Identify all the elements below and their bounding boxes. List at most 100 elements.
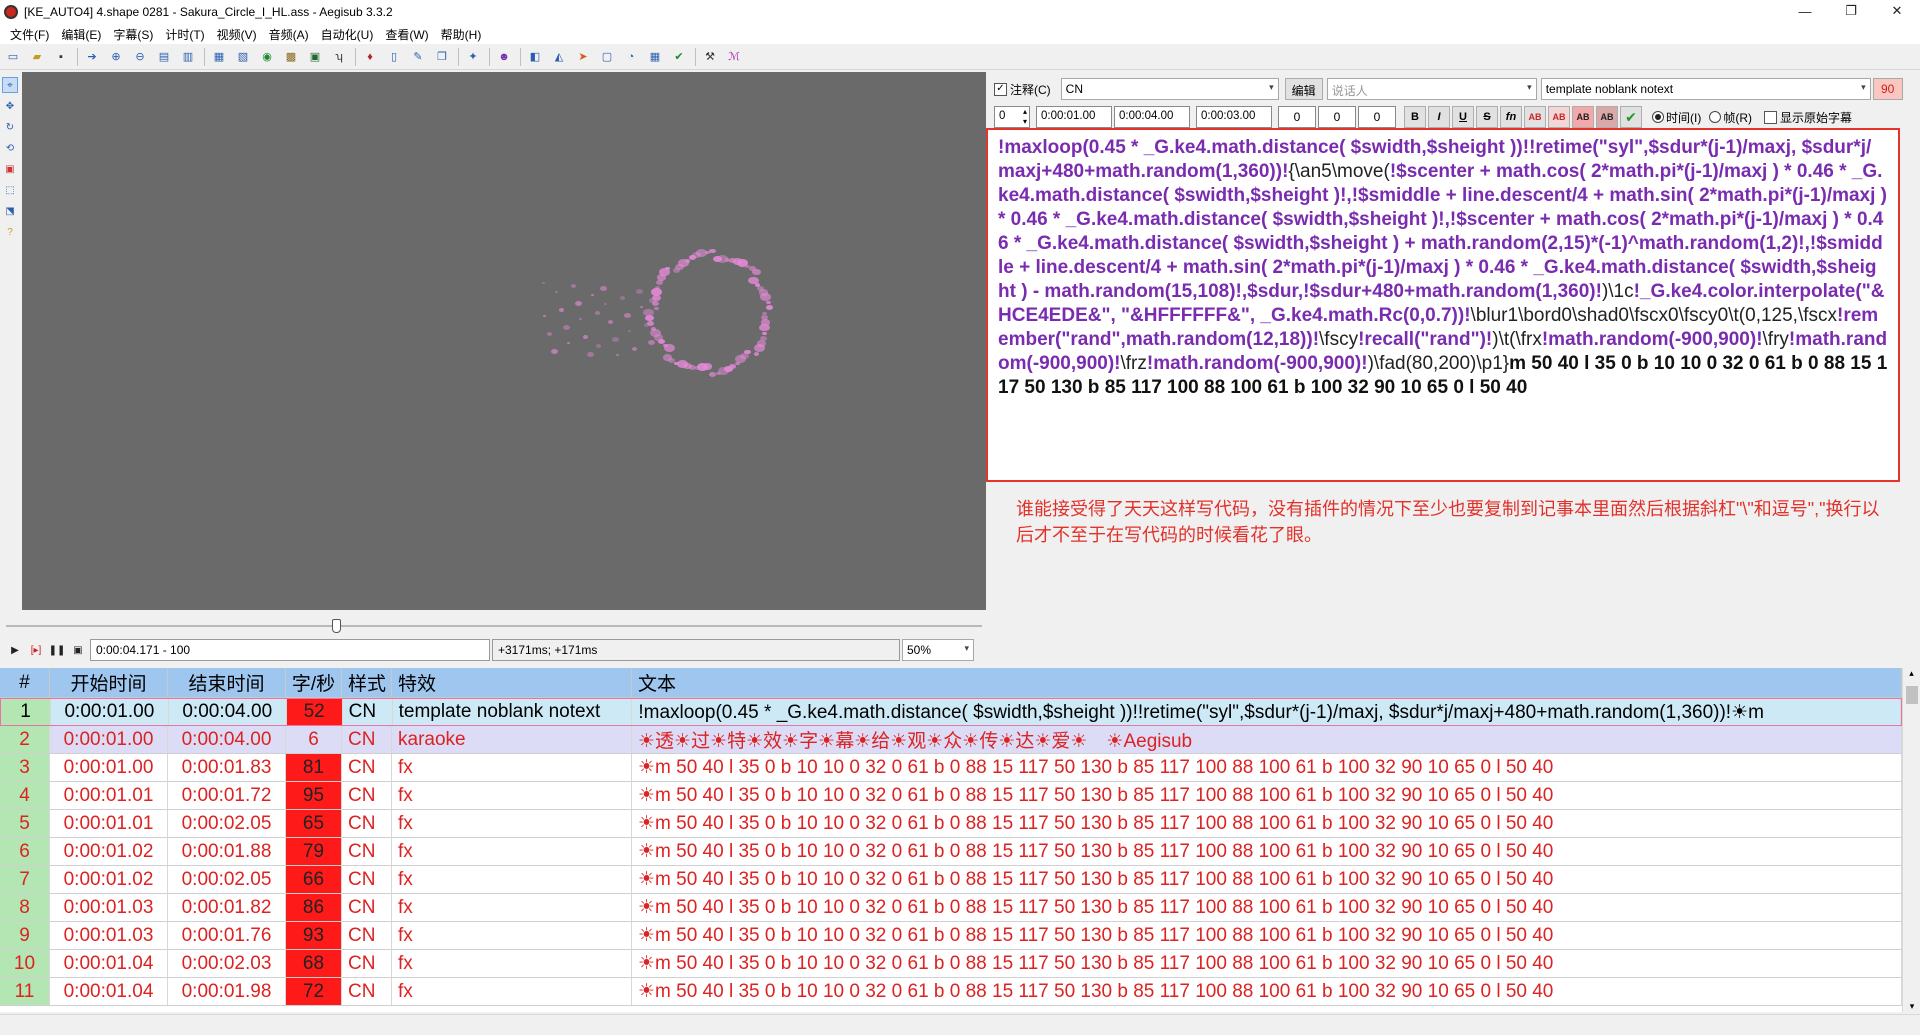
clip-tool-icon[interactable]: ⬚ <box>2 182 18 198</box>
end-time-field[interactable]: 0:00:04.00 <box>1114 106 1190 128</box>
video-details-icon[interactable]: ◧ <box>526 48 544 66</box>
underline-button[interactable]: U <box>1452 106 1474 128</box>
restore-button[interactable]: ❐ <box>1828 0 1874 22</box>
menu-audio[interactable]: 音频(A) <box>263 26 315 43</box>
duration-field[interactable]: 0:00:03.00 <box>1196 106 1272 128</box>
attachments-icon[interactable]: ▦ <box>210 48 228 66</box>
header-number[interactable]: # <box>0 668 50 697</box>
play-icon[interactable]: ▶ <box>6 641 24 659</box>
menu-file[interactable]: 文件(F) <box>4 26 55 43</box>
layer-spinner[interactable]: 0 ▴ ▾ <box>994 106 1030 128</box>
table-row[interactable]: 9 0:00:01.03 0:00:01.76 93 CN fx ☀m 50 40 l 35… <box>0 922 1902 950</box>
new-file-icon[interactable]: ▭ <box>4 48 22 66</box>
replace-icon[interactable]: ▯ <box>385 48 403 66</box>
seek-thumb[interactable] <box>332 619 341 633</box>
menu-video[interactable]: 视频(V) <box>211 26 263 43</box>
table-row[interactable]: 11 0:00:01.04 0:00:01.98 72 CN fx ☀m 50 40 l 3… <box>0 978 1902 1006</box>
open-file-icon[interactable]: ▰ <box>28 48 46 66</box>
kanji-timer-icon[interactable]: ▣ <box>306 48 324 66</box>
zoom-in-icon[interactable]: ⊕ <box>107 48 125 66</box>
script-icon[interactable]: ℳ <box>725 48 743 66</box>
spellcheck-icon[interactable]: ✎ <box>409 48 427 66</box>
table-row[interactable]: 10 0:00:01.04 0:00:02.03 68 CN fx ☀m 50 40 l 3… <box>0 950 1902 978</box>
table-row[interactable]: 4 0:00:01.01 0:00:01.72 95 CN fx ☀m 50 40 l 35… <box>0 782 1902 810</box>
table-row[interactable]: 7 0:00:01.02 0:00:02.05 66 CN fx ☀m 50 40 l 35… <box>0 866 1902 894</box>
menu-timing[interactable]: 计时(T) <box>159 26 210 43</box>
font-button[interactable]: fn <box>1500 106 1522 128</box>
timer-icon[interactable]: ◔ <box>622 48 640 66</box>
time-radio[interactable] <box>1652 111 1664 123</box>
secondary-color-button[interactable]: AB <box>1548 106 1570 128</box>
menu-help[interactable]: 帮助(H) <box>435 26 488 43</box>
automation-icon[interactable]: ✦ <box>464 48 482 66</box>
comment-checkbox[interactable]: ✓ <box>994 82 1007 96</box>
minimize-button[interactable]: — <box>1782 0 1828 22</box>
style-select[interactable]: CN ▾ <box>1060 78 1279 100</box>
scroll-thumb[interactable] <box>1906 686 1918 704</box>
styles-manager-icon[interactable]: ▥ <box>179 48 197 66</box>
close-button[interactable]: ✕ <box>1874 0 1920 22</box>
grid-scrollbar[interactable]: ▴ ▾ <box>1902 668 1920 1012</box>
header-end-time[interactable]: 结束时间 <box>168 668 286 697</box>
pause-icon[interactable]: ❚❚ <box>48 641 66 659</box>
rotate-z-icon[interactable]: ↻ <box>2 119 18 135</box>
margin-right-field[interactable]: 0 <box>1318 106 1356 128</box>
bold-button[interactable]: B <box>1404 106 1426 128</box>
table-row[interactable]: 8 0:00:01.03 0:00:01.82 86 CN fx ☀m 50 40 l 35… <box>0 894 1902 922</box>
video-display[interactable] <box>22 72 986 610</box>
primary-color-button[interactable]: AB <box>1524 106 1546 128</box>
karaoke-icon[interactable]: ☻ <box>495 48 513 66</box>
margin-left-field[interactable]: 0 <box>1278 106 1316 128</box>
outline-color-button[interactable]: AB <box>1572 106 1594 128</box>
header-cps[interactable]: 字/秒 <box>286 668 342 697</box>
audio-icon[interactable]: ◭ <box>550 48 568 66</box>
time-display[interactable]: 0:00:04.171 - 100 <box>90 639 490 661</box>
menu-view[interactable]: 查看(W) <box>379 26 434 43</box>
standard-tool-icon[interactable]: ⌖ <box>2 77 18 93</box>
autoscroll-icon[interactable]: ▣ <box>69 641 87 659</box>
resample-icon[interactable]: ◉ <box>258 48 276 66</box>
zoom-select[interactable]: 50% ▾ <box>902 639 974 661</box>
find-icon[interactable]: ♦ <box>361 48 379 66</box>
show-original-checkbox[interactable] <box>1764 110 1777 124</box>
play-line-icon[interactable]: [▸] <box>27 641 45 659</box>
jump-icon[interactable]: ➔ <box>83 48 101 66</box>
snap-icon[interactable]: ➤ <box>574 48 592 66</box>
header-text[interactable]: 文本 <box>632 668 1902 697</box>
rotate-xy-icon[interactable]: ⟲ <box>2 140 18 156</box>
edit-style-button[interactable]: 编辑 <box>1284 78 1323 100</box>
vector-clip-icon[interactable]: ⬔ <box>2 203 18 219</box>
subtitle-text-editor[interactable]: !maxloop(0.45 * _G.ke4.math.distance( $s… <box>986 128 1900 482</box>
header-style[interactable]: 样式 <box>342 668 392 697</box>
fonts-collector-icon[interactable]: ▧ <box>234 48 252 66</box>
header-effect[interactable]: 特效 <box>392 668 632 697</box>
header-start-time[interactable]: 开始时间 <box>50 668 168 697</box>
help-icon[interactable]: ? <box>2 224 18 240</box>
scroll-up-icon[interactable]: ▴ <box>1903 668 1920 679</box>
table-row[interactable]: 5 0:00:01.01 0:00:02.05 65 CN fx ☀m 50 40 l 35… <box>0 810 1902 838</box>
frame-radio[interactable] <box>1709 111 1722 123</box>
commit-button[interactable]: ✔ <box>1620 106 1642 128</box>
table-row[interactable]: 3 0:00:01.00 0:00:01.83 81 CN fx ☀m 50 40 l 35… <box>0 754 1902 782</box>
spinner-arrows-icon[interactable]: ▴ ▾ <box>1023 107 1027 127</box>
translation-icon[interactable]: ❐ <box>433 48 451 66</box>
italic-button[interactable]: I <box>1428 106 1450 128</box>
scale-tool-icon[interactable]: ▣ <box>2 161 18 177</box>
menu-subtitle[interactable]: 字幕(S) <box>107 26 159 43</box>
select-visible-icon[interactable]: ▢ <box>598 48 616 66</box>
tools-icon[interactable]: ⚒ <box>701 48 719 66</box>
save-file-icon[interactable]: ▪ <box>52 48 70 66</box>
effect-select[interactable]: template noblank notext ▾ <box>1540 78 1871 100</box>
check-icon[interactable]: ✔ <box>670 48 688 66</box>
strikeout-button[interactable]: S <box>1476 106 1498 128</box>
zoom-out-icon[interactable]: ⊖ <box>131 48 149 66</box>
table-row[interactable]: 1 0:00:01.00 0:00:04.00 52 CN template noblan… <box>0 698 1902 726</box>
start-time-field[interactable]: 0:00:01.00 <box>1036 106 1112 128</box>
scroll-down-icon[interactable]: ▾ <box>1903 1001 1920 1012</box>
video-seek-slider[interactable] <box>6 618 982 634</box>
menu-automation[interactable]: 自动化(U) <box>315 26 380 43</box>
timing-post-icon[interactable]: ▩ <box>282 48 300 66</box>
shadow-color-button[interactable]: AB <box>1596 106 1618 128</box>
actor-select[interactable]: 说话人 ▾ <box>1326 78 1537 100</box>
drag-tool-icon[interactable]: ✥ <box>2 98 18 114</box>
